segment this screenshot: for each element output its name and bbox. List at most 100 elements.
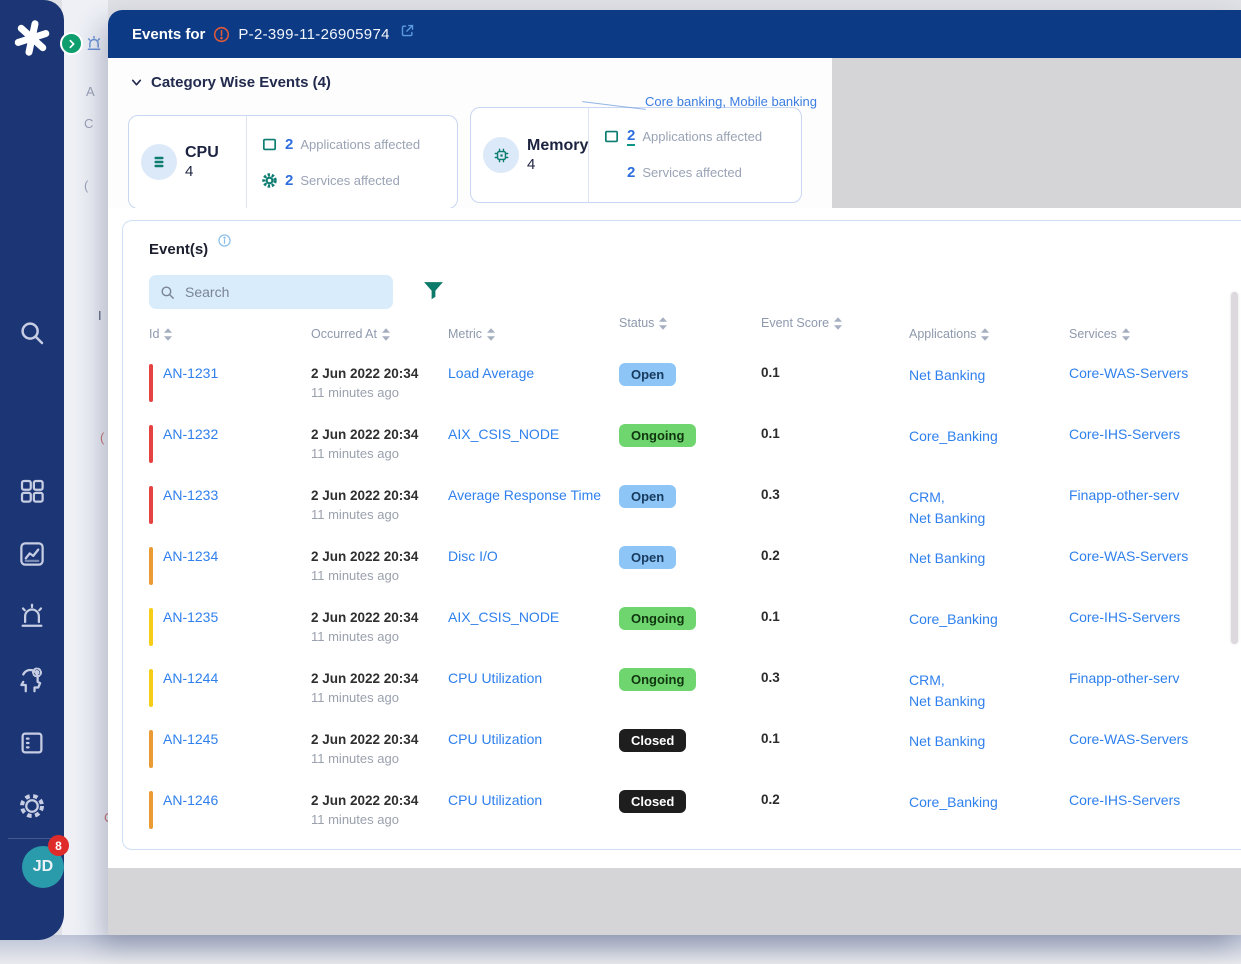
event-id-link[interactable]: AN-1244 (163, 670, 218, 686)
occurred-ago: 11 minutes ago (311, 689, 399, 705)
occurred-at: 2 Jun 2022 20:34 (311, 488, 419, 503)
col-header-metric[interactable]: Metric (448, 327, 619, 341)
gear-icon (262, 172, 277, 188)
sidebar-item-dashboard[interactable] (17, 476, 47, 506)
metric-link[interactable]: AIX_CSIS_NODE (448, 426, 559, 442)
table-row: AN-1234 2 Jun 2022 20:34 11 minutes ago … (123, 540, 1241, 601)
services-link[interactable]: Core-WAS-Servers (1069, 731, 1188, 747)
services-affected-count[interactable]: 2 (285, 172, 293, 189)
applications-link[interactable]: CRM, Net Banking (909, 672, 985, 709)
scrollbar-thumb[interactable] (1231, 292, 1238, 644)
applications-link[interactable]: Core_Banking (909, 611, 998, 627)
sort-icon (164, 327, 173, 341)
sidebar-item-search[interactable] (17, 318, 47, 348)
table-row: AN-1246 2 Jun 2022 20:34 11 minutes ago … (123, 784, 1241, 845)
applications-link[interactable]: Net Banking (909, 550, 985, 566)
event-id-link[interactable]: AN-1234 (163, 548, 218, 564)
applications-affected-count[interactable]: 2 (627, 127, 636, 146)
sort-icon (981, 327, 990, 341)
events-modal: Events for P-2-399-11-26905974 Category … (108, 10, 1241, 935)
status-badge: Closed (619, 790, 687, 813)
status-badge: Open (619, 363, 677, 386)
clipped-text: I (98, 308, 102, 323)
clipped-text: ( (84, 178, 89, 193)
col-header-status[interactable]: Status (619, 316, 761, 330)
services-link[interactable]: Finapp-other-serv (1069, 487, 1180, 503)
metric-link[interactable]: Load Average (448, 365, 534, 381)
events-title: Event(s) (149, 241, 209, 258)
event-id-link[interactable]: AN-1232 (163, 426, 218, 442)
filter-funnel-icon[interactable] (421, 278, 446, 303)
status-badge: Closed (619, 729, 687, 752)
event-id-link[interactable]: AN-1246 (163, 792, 218, 808)
occurred-ago: 11 minutes ago (311, 567, 399, 583)
event-score: 0.1 (761, 426, 780, 441)
sidebar-item-settings[interactable] (17, 791, 47, 821)
applications-link[interactable]: CRM, Net Banking (909, 489, 985, 526)
event-id-link[interactable]: AN-1245 (163, 731, 218, 747)
occurred-ago: 11 minutes ago (311, 811, 399, 827)
table-body: AN-1231 2 Jun 2022 20:34 11 minutes ago … (123, 357, 1241, 845)
metric-link[interactable]: AIX_CSIS_NODE (448, 609, 559, 625)
category-section-toggle[interactable]: Category Wise Events (4) (130, 74, 331, 91)
clipped-text: C (84, 116, 94, 131)
external-link-icon[interactable] (400, 23, 415, 38)
sidebar-item-analytics[interactable] (17, 539, 47, 569)
applications-affected-label: Applications affected (642, 128, 763, 144)
services-link[interactable]: Core-WAS-Servers (1069, 548, 1188, 564)
applications-affected-count[interactable]: 2 (285, 136, 293, 153)
metric-link[interactable]: CPU Utilization (448, 670, 542, 686)
services-link[interactable]: Finapp-other-serv (1069, 670, 1180, 686)
metric-link[interactable]: CPU Utilization (448, 731, 542, 747)
severity-bar (149, 486, 153, 524)
services-link[interactable]: Core-IHS-Servers (1069, 792, 1180, 808)
services-link[interactable]: Core-WAS-Servers (1069, 365, 1188, 381)
clipped-text: ( (100, 430, 105, 445)
app-window-icon (262, 138, 277, 150)
table-header-row: Id Occurred At Metric Status Event Score Appl… (123, 316, 1241, 341)
modal-title: Events for (132, 25, 206, 43)
services-link[interactable]: Core-IHS-Servers (1069, 609, 1180, 625)
applications-link[interactable]: Core_Banking (909, 428, 998, 444)
status-badge: Open (619, 546, 677, 569)
chevron-right-icon (69, 39, 74, 48)
occurred-at: 2 Jun 2022 20:34 (311, 793, 419, 808)
sidebar-item-alerts[interactable] (17, 602, 47, 632)
sidebar-item-insights[interactable] (17, 665, 47, 695)
affected-apps-tooltip: Core banking, Mobile banking (645, 94, 817, 109)
applications-link[interactable]: Net Banking (909, 733, 985, 749)
services-link[interactable]: Core-IHS-Servers (1069, 426, 1180, 442)
col-header-occurred-at[interactable]: Occurred At (311, 327, 448, 341)
event-score: 0.3 (761, 670, 780, 685)
services-affected-label: Services affected (642, 164, 742, 180)
metric-link[interactable]: CPU Utilization (448, 792, 542, 808)
chart-icon (20, 542, 44, 566)
severity-bar (149, 364, 153, 402)
table-row: AN-1231 2 Jun 2022 20:34 11 minutes ago … (123, 357, 1241, 418)
col-header-applications[interactable]: Applications (909, 327, 1069, 341)
metric-link[interactable]: Average Response Time (448, 487, 601, 503)
search-input[interactable] (183, 283, 383, 301)
applications-link[interactable]: Core_Banking (909, 794, 998, 810)
events-search (149, 275, 393, 309)
services-affected-count[interactable]: 2 (627, 164, 635, 181)
card-count: 4 (527, 155, 536, 173)
occurred-ago: 11 minutes ago (311, 384, 399, 400)
metric-link[interactable]: Disc I/O (448, 548, 498, 564)
col-header-event-score[interactable]: Event Score (761, 316, 909, 330)
alert-icon (214, 26, 230, 42)
app-window-icon (604, 130, 619, 142)
memory-chip-icon (494, 148, 508, 162)
event-score: 0.3 (761, 487, 780, 502)
applications-link[interactable]: Net Banking (909, 367, 985, 383)
col-header-services[interactable]: Services (1069, 327, 1241, 341)
category-section: Category Wise Events (4) CPU 4 2 Applica… (108, 58, 832, 224)
event-id-link[interactable]: AN-1233 (163, 487, 218, 503)
event-id-link[interactable]: AN-1231 (163, 365, 218, 381)
info-icon[interactable] (217, 233, 232, 248)
event-id-link[interactable]: AN-1235 (163, 609, 218, 625)
sidebar-item-reports[interactable] (17, 728, 47, 758)
sidebar-expand-button[interactable] (60, 32, 83, 55)
col-header-id[interactable]: Id (149, 327, 311, 341)
event-score: 0.1 (761, 365, 780, 380)
